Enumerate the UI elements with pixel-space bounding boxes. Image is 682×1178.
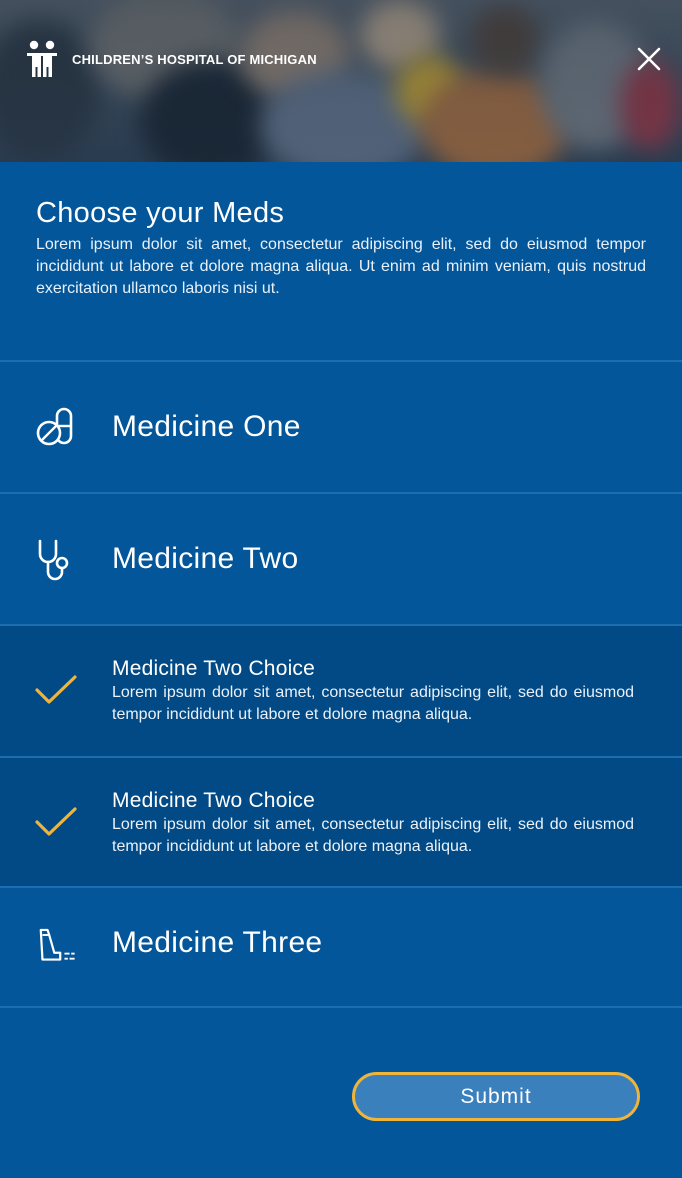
checkmark-icon[interactable] xyxy=(34,668,78,712)
page-title: Choose your Meds xyxy=(36,197,285,229)
meds-screen: CHILDREN’S HOSPITAL OF MICHIGAN Choose y… xyxy=(0,0,682,1178)
inhaler-icon xyxy=(34,924,78,968)
choice-text: Medicine Two Choice Lorem ipsum dolor si… xyxy=(112,788,634,858)
submit-button[interactable]: Submit xyxy=(352,1072,640,1121)
close-icon[interactable] xyxy=(634,44,664,74)
medicine-three-label: Medicine Three xyxy=(112,926,323,959)
checkmark-icon[interactable] xyxy=(34,800,78,844)
medicine-three-row[interactable]: Medicine Three xyxy=(0,886,682,1006)
medicine-two-choice-row[interactable]: Medicine Two Choice Lorem ipsum dolor si… xyxy=(0,756,682,886)
hospital-brand: CHILDREN’S HOSPITAL OF MICHIGAN xyxy=(24,40,317,78)
medicine-two-row[interactable]: Medicine Two xyxy=(0,492,682,624)
medicine-one-label: Medicine One xyxy=(112,410,301,443)
pills-icon xyxy=(34,406,78,450)
intro-description: Lorem ipsum dolor sit amet, consectetur … xyxy=(36,236,646,297)
medicine-one-row[interactable]: Medicine One xyxy=(0,360,682,492)
hero-overlay xyxy=(0,0,682,162)
intro-section: Choose your Meds Lorem ipsum dolor sit a… xyxy=(0,162,682,360)
list-divider xyxy=(0,1006,682,1008)
choice-title: Medicine Two Choice xyxy=(112,789,316,812)
choice-description: Lorem ipsum dolor sit amet, consectetur … xyxy=(112,816,634,855)
stethoscope-icon xyxy=(34,538,78,582)
children-figures-icon xyxy=(27,40,57,77)
hero-header: CHILDREN’S HOSPITAL OF MICHIGAN xyxy=(0,0,682,162)
choice-title: Medicine Two Choice xyxy=(112,657,316,680)
medicine-two-choice-row[interactable]: Medicine Two Choice Lorem ipsum dolor si… xyxy=(0,624,682,756)
choice-text: Medicine Two Choice Lorem ipsum dolor si… xyxy=(112,656,634,726)
hospital-name: CHILDREN’S HOSPITAL OF MICHIGAN xyxy=(72,51,317,67)
medicine-two-label: Medicine Two xyxy=(112,542,299,575)
choice-description: Lorem ipsum dolor sit amet, consectetur … xyxy=(112,684,634,723)
